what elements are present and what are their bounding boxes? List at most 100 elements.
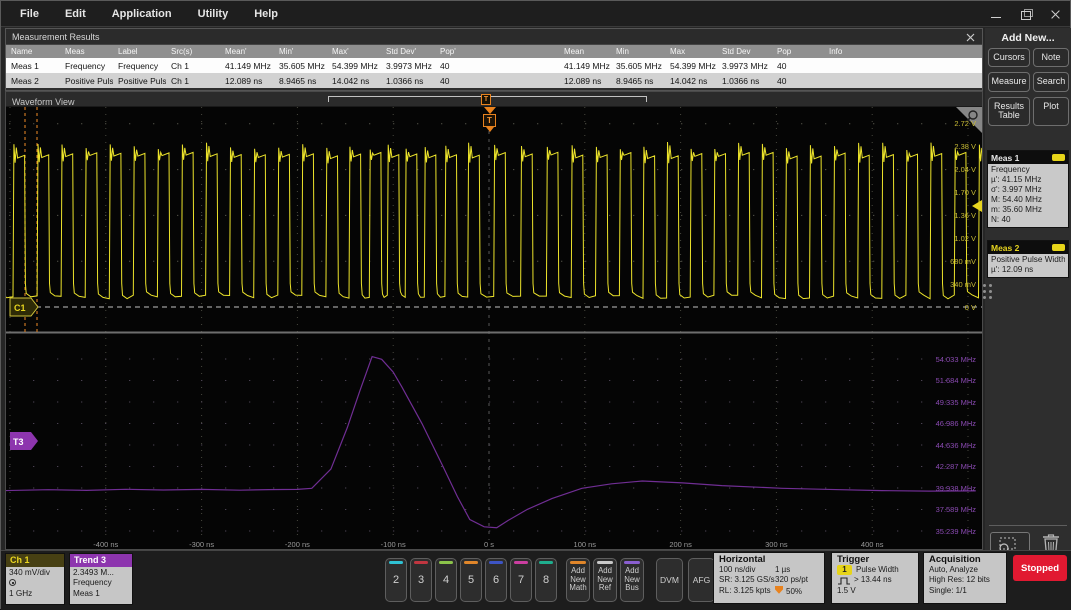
table-cell: 8.9465 ns [616, 75, 654, 86]
column-header: Name [11, 47, 33, 56]
column-header: Min [616, 47, 629, 56]
menu-item-file[interactable]: File [7, 3, 52, 25]
channel-7-color-stripe [514, 561, 528, 564]
menu-item-edit[interactable]: Edit [52, 3, 99, 25]
channel-8-button[interactable]: 8 [535, 558, 557, 602]
meas2-badge-body: Positive Pulse Width µ': 12.09 ns [988, 254, 1068, 277]
horizontal-panel[interactable]: Horizontal 100 ns/div 1 µs SR: 3.125 GS/s… [713, 552, 825, 604]
horizontal-sample-rate: SR: 3.125 GS/s [719, 575, 775, 585]
waveform-plot: C1 T3 [6, 107, 982, 540]
sidebar-button-note[interactable]: Note [1033, 48, 1069, 68]
sidebar-button-results-table[interactable]: Results Table [988, 96, 1030, 126]
add-new-math-button[interactable]: Add New Math [566, 558, 590, 602]
horizontal-record-length: RL: 3.125 kpts [719, 586, 771, 596]
column-header: Mean [564, 47, 585, 56]
horizontal-position: 50% [786, 586, 803, 596]
trend3-badge[interactable]: Trend 3 2.3493 M... Frequency Meas 1 [69, 553, 133, 605]
meas1-badge-title: Meas 1 [991, 152, 1020, 163]
menu-item-utility[interactable]: Utility [185, 3, 242, 25]
table-cell: Ch 1 [171, 60, 189, 71]
meas2-stat-line: µ': 12.09 ns [991, 265, 1034, 274]
titlebar: File Edit Application Utility Help [1, 1, 1070, 27]
menu-item-help[interactable]: Help [241, 3, 291, 25]
time-tick-label: 0 s [483, 540, 494, 549]
add-new-ref-button[interactable]: Add New Ref [593, 558, 617, 602]
trigger-arrow-small-icon [485, 127, 494, 132]
meas1-stat-line: N: 40 [991, 215, 1011, 224]
column-header: Max' [332, 47, 349, 56]
horizontal-scale: 100 ns/div [719, 565, 756, 574]
acquisition-run: Single: 1/1 [929, 585, 967, 595]
sidebar-button-measure[interactable]: Measure [988, 72, 1030, 92]
channel-2-button[interactable]: 2 [385, 558, 407, 602]
measurement-results-panel: Measurement Results Name Meas Label Src(s) M… [5, 28, 983, 91]
table-cell: Frequency [118, 60, 159, 71]
channel-3-button[interactable]: 3 [410, 558, 432, 602]
table-cell: 3.9973 MHz [722, 60, 768, 71]
minimize-icon[interactable] [990, 8, 1002, 20]
stopped-button[interactable]: Stopped [1013, 555, 1067, 581]
channel-5-button[interactable]: 5 [460, 558, 482, 602]
channel-7-button[interactable]: 7 [510, 558, 532, 602]
waveform-view: Waveform View T C1 T3 T 2.72 V 2.38 V 2.04 … [5, 91, 983, 550]
table-cell: 54.399 MHz [332, 60, 378, 71]
channel-6-button[interactable]: 6 [485, 558, 507, 602]
restore-icon[interactable] [1020, 8, 1033, 20]
horizontal-title: Horizontal [719, 554, 766, 565]
probe-icon [9, 579, 16, 587]
menu-item-application[interactable]: Application [99, 3, 185, 25]
waveform-view-header: Waveform View T [6, 92, 982, 107]
panel-splitter-handle[interactable] [983, 284, 993, 308]
acquisition-detail: High Res: 12 bits [929, 575, 990, 585]
add-new-math-color-stripe [570, 561, 586, 564]
time-tick-label: 100 ns [573, 540, 597, 549]
waveform-graticule[interactable]: C1 T3 T 2.72 V 2.38 V 2.04 V 1.70 V 1.36 V 1.0… [6, 107, 982, 540]
sidebar-button-plot[interactable]: Plot [1033, 96, 1069, 126]
table-cell: 3.9973 MHz [386, 60, 432, 71]
meas1-stat-line: M: 54.40 MHz [991, 195, 1042, 204]
trigger-marker-label: T [483, 114, 496, 127]
trigger-condition: > 13.44 ns [854, 575, 892, 585]
close-icon[interactable] [1050, 8, 1062, 20]
table-cell: 41.149 MHz [564, 60, 610, 71]
measurement-results-titlebar: Measurement Results [6, 29, 982, 45]
table-row[interactable]: Meas 2 Positive Puls... Positive Puls... Ch… [6, 73, 982, 88]
table-row[interactable]: Meas 1 Frequency Frequency Ch 1 41.149 MHz 35… [6, 58, 982, 73]
meas1-badge-body: Frequency µ': 41.15 MHz σ': 3.997 MHz M: 54… [988, 164, 1068, 227]
measurement-results-title: Measurement Results [12, 31, 100, 42]
sidebar-button-search[interactable]: Search [1033, 72, 1069, 92]
acquisition-title: Acquisition [929, 554, 981, 565]
oscilloscope-window: File Edit Application Utility Help Measureme… [0, 0, 1071, 610]
ch1-badge[interactable]: Ch 1 340 mV/div 1 GHz [5, 553, 65, 605]
trigger-position-marker[interactable]: T [483, 107, 496, 132]
table-cell: 40 [777, 75, 787, 86]
table-cell: 12.089 ns [564, 75, 602, 86]
time-tick-label: -100 ns [380, 540, 406, 549]
right-sidebar: Add New... Cursors Note Measure Search Resul… [983, 28, 1071, 558]
trend3-waveform [6, 355, 976, 529]
trigger-source-chip: 1 [837, 565, 852, 576]
channel-4-button[interactable]: 4 [435, 558, 457, 602]
add-new-bus-button[interactable]: Add New Bus [620, 558, 644, 602]
sidebar-button-cursors[interactable]: Cursors [988, 48, 1030, 68]
trigger-position-chip[interactable]: T [481, 94, 491, 105]
column-header: Pop [777, 47, 792, 56]
sidebar-divider [989, 525, 1067, 526]
add-new-button-label: Math [569, 583, 587, 593]
time-tick-label: -200 ns [284, 540, 310, 549]
trend-t3-label: T3 [13, 437, 24, 447]
pulse-width-icon [838, 577, 850, 585]
acquisition-panel[interactable]: Acquisition Auto, Analyze High Res: 12 b… [923, 552, 1007, 604]
bottom-settings-bar: Ch 1 340 mV/div 1 GHz Trend 3 2.3493 M..… [1, 550, 1071, 610]
channel-6-color-stripe [489, 561, 503, 564]
dvm-button[interactable]: DVM [656, 558, 683, 602]
meas1-badge[interactable]: Meas 1 Frequency µ': 41.15 MHz σ': 3.997 M… [987, 150, 1069, 228]
trigger-panel[interactable]: Trigger 1 Pulse Width > 13.44 ns 1.5 V [831, 552, 919, 604]
meas2-badge[interactable]: Meas 2 Positive Pulse Width µ': 12.09 ns [987, 240, 1069, 278]
column-header: Src(s) [171, 47, 193, 56]
table-cell: 35.605 MHz [279, 60, 325, 71]
table-cell: 54.399 MHz [670, 60, 716, 71]
column-header: Std Dev [722, 47, 751, 56]
afg-button[interactable]: AFG [688, 558, 715, 602]
close-panel-icon[interactable] [965, 32, 976, 43]
